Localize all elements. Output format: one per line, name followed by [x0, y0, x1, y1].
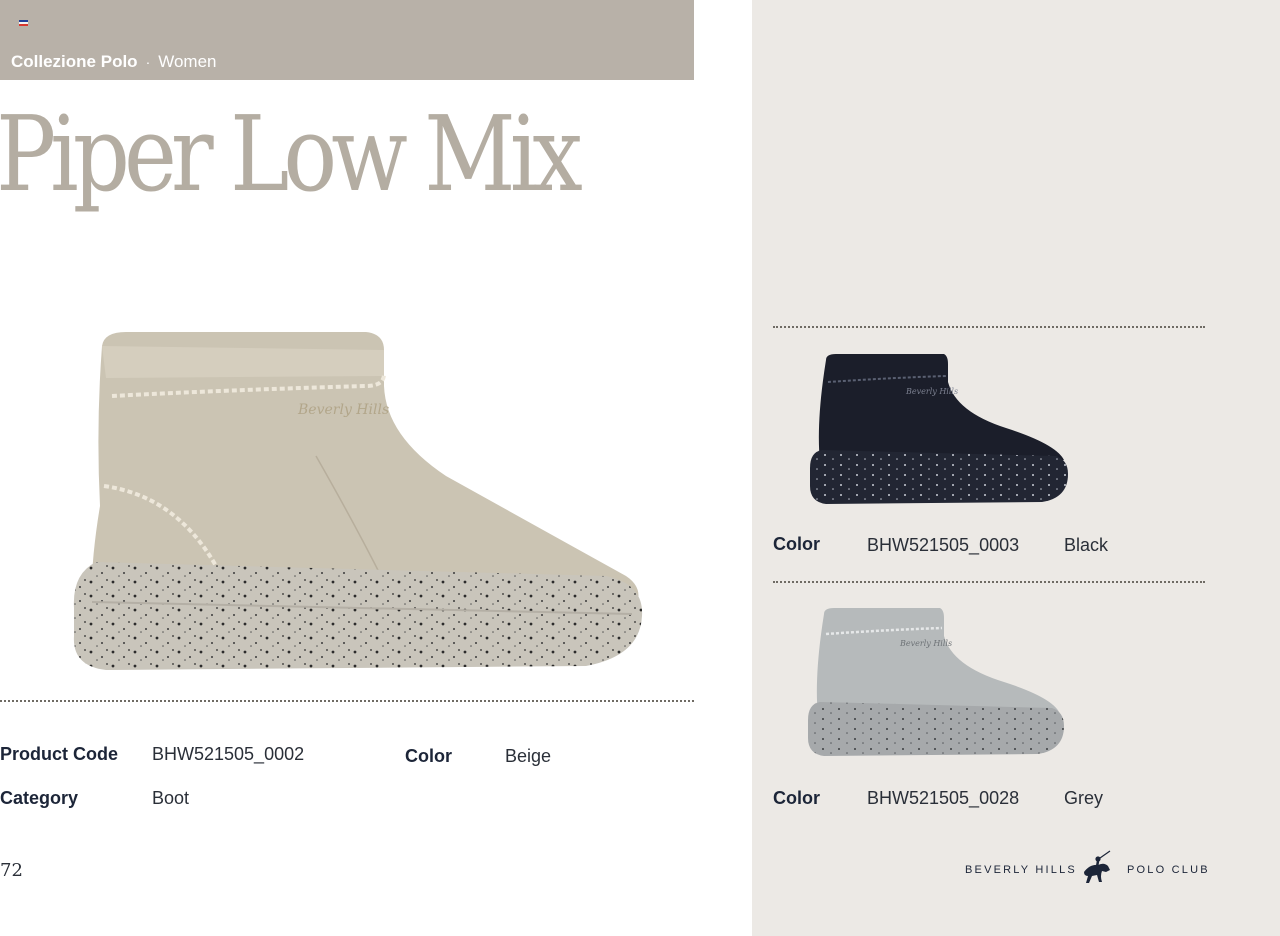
color-value: Beige	[505, 746, 552, 766]
main-boot-image: Beverly Hills	[73, 332, 643, 670]
polo-player-icon	[1084, 850, 1111, 883]
color-label: Color	[405, 746, 452, 766]
product-code-label: Product Code	[0, 744, 119, 764]
brand-left-text: BEVERLY HILLS	[965, 864, 1077, 876]
brand-right-text: POLO CLUB	[1127, 864, 1210, 876]
header-band: Collezione Polo · Women	[0, 0, 694, 80]
page-number: 72	[0, 860, 23, 881]
left-page: Collezione Polo · Women Piper Low Mix Be…	[0, 0, 752, 936]
variant-2-color: Grey	[1064, 788, 1104, 808]
category-value: Boot	[152, 788, 190, 808]
breadcrumb: Collezione Polo · Women	[11, 52, 217, 72]
variant-1-code: BHW521505_0003	[867, 535, 1020, 555]
product-code-value: BHW521505_0002	[152, 744, 305, 764]
divider-main	[0, 700, 694, 702]
svg-text:Beverly Hills: Beverly Hills	[905, 387, 958, 396]
variant-2-color-label: Color	[773, 788, 820, 808]
svg-text:Beverly Hills: Beverly Hills	[899, 639, 952, 648]
product-title: Piper Low Mix	[0, 93, 583, 215]
category-label: Category	[0, 788, 79, 808]
svg-text:Beverly Hills: Beverly Hills	[297, 402, 389, 418]
breadcrumb-separator: ·	[145, 54, 151, 70]
breadcrumb-collection[interactable]: Collezione Polo	[11, 52, 138, 72]
breadcrumb-segment[interactable]: Women	[158, 52, 216, 72]
italy-flag-icon	[19, 20, 28, 26]
grey-boot-image: Beverly Hills	[808, 608, 1064, 756]
divider-variant-top	[773, 326, 1205, 328]
variant-1-color-label: Color	[773, 534, 820, 554]
right-page: Beverly Hills Color BHW521505_0003 Black…	[752, 0, 1280, 936]
variant-1-color: Black	[1064, 535, 1109, 555]
variant-2-code: BHW521505_0028	[867, 788, 1020, 808]
black-boot-image: Beverly Hills	[810, 354, 1068, 504]
divider-variant-middle	[773, 581, 1205, 583]
